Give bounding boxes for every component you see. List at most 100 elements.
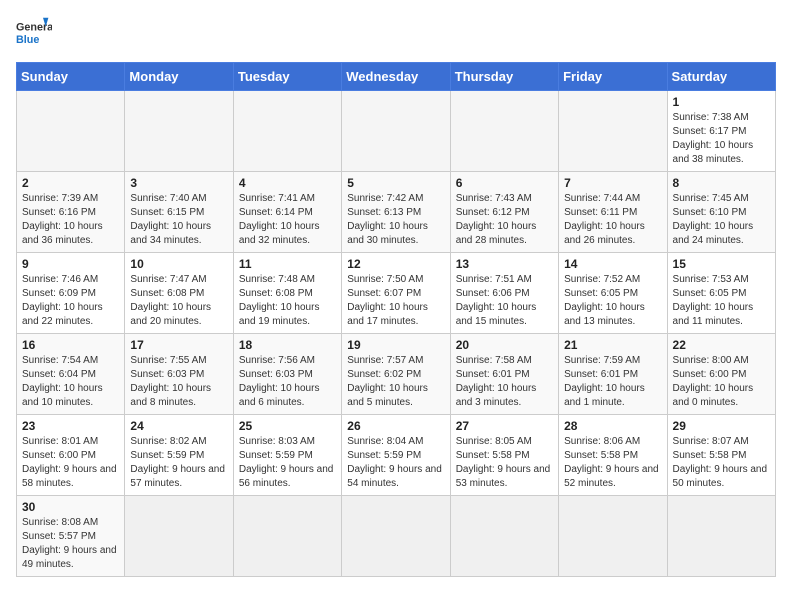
day-info: Sunrise: 8:00 AM Sunset: 6:00 PM Dayligh… — [673, 354, 770, 410]
day-info: Sunrise: 7:50 AM Sunset: 6:07 PM Dayligh… — [347, 273, 444, 329]
day-number: 4 — [239, 176, 336, 190]
calendar-cell: 5 Sunrise: 7:42 AM Sunset: 6:13 PM Daylig… — [342, 172, 450, 253]
day-info: Sunrise: 7:43 AM Sunset: 6:12 PM Dayligh… — [456, 192, 553, 248]
calendar-cell: 30 Sunrise: 8:08 AM Sunset: 5:57 PM Dayli… — [17, 496, 125, 577]
calendar-cell — [450, 496, 558, 577]
calendar-cell: 16 Sunrise: 7:54 AM Sunset: 6:04 PM Dayli… — [17, 334, 125, 415]
day-info: Sunrise: 8:03 AM Sunset: 5:59 PM Dayligh… — [239, 435, 336, 491]
day-number: 11 — [239, 257, 336, 271]
calendar-cell — [125, 91, 233, 172]
day-info: Sunrise: 7:58 AM Sunset: 6:01 PM Dayligh… — [456, 354, 553, 410]
calendar-cell: 14 Sunrise: 7:52 AM Sunset: 6:05 PM Dayli… — [559, 253, 667, 334]
calendar-cell: 7Sunrise: 7:44 AM Sunset: 6:11 PM Daylig… — [559, 172, 667, 253]
calendar-week-row: 30 Sunrise: 8:08 AM Sunset: 5:57 PM Dayli… — [17, 496, 776, 577]
day-number: 10 — [130, 257, 227, 271]
calendar-cell: 25 Sunrise: 8:03 AM Sunset: 5:59 PM Dayli… — [233, 415, 341, 496]
calendar-cell: 10 Sunrise: 7:47 AM Sunset: 6:08 PM Dayli… — [125, 253, 233, 334]
calendar-cell: 23Sunrise: 8:01 AM Sunset: 6:00 PM Dayli… — [17, 415, 125, 496]
day-number: 21 — [564, 338, 661, 352]
day-info: Sunrise: 7:56 AM Sunset: 6:03 PM Dayligh… — [239, 354, 336, 410]
calendar-cell: 9 Sunrise: 7:46 AM Sunset: 6:09 PM Daylig… — [17, 253, 125, 334]
day-number: 12 — [347, 257, 444, 271]
weekday-header-cell: Tuesday — [233, 63, 341, 91]
calendar-cell — [450, 91, 558, 172]
day-number: 27 — [456, 419, 553, 433]
day-number: 18 — [239, 338, 336, 352]
day-info: Sunrise: 8:07 AM Sunset: 5:58 PM Dayligh… — [673, 435, 770, 491]
calendar-cell: 8 Sunrise: 7:45 AM Sunset: 6:10 PM Daylig… — [667, 172, 775, 253]
calendar-cell — [233, 91, 341, 172]
calendar-cell: 3Sunrise: 7:40 AM Sunset: 6:15 PM Daylig… — [125, 172, 233, 253]
weekday-header-cell: Monday — [125, 63, 233, 91]
calendar-week-row: 23Sunrise: 8:01 AM Sunset: 6:00 PM Dayli… — [17, 415, 776, 496]
day-info: Sunrise: 7:53 AM Sunset: 6:05 PM Dayligh… — [673, 273, 770, 329]
calendar-cell: 28Sunrise: 8:06 AM Sunset: 5:58 PM Dayli… — [559, 415, 667, 496]
day-number: 5 — [347, 176, 444, 190]
calendar-cell: 12 Sunrise: 7:50 AM Sunset: 6:07 PM Dayli… — [342, 253, 450, 334]
day-number: 7 — [564, 176, 661, 190]
day-number: 13 — [456, 257, 553, 271]
weekday-header-cell: Friday — [559, 63, 667, 91]
calendar-cell: 2 Sunrise: 7:39 AM Sunset: 6:16 PM Daylig… — [17, 172, 125, 253]
day-number: 29 — [673, 419, 770, 433]
calendar-cell — [559, 496, 667, 577]
day-number: 2 — [22, 176, 119, 190]
weekday-header-cell: Sunday — [17, 63, 125, 91]
day-info: Sunrise: 8:06 AM Sunset: 5:58 PM Dayligh… — [564, 435, 661, 491]
day-info: Sunrise: 7:45 AM Sunset: 6:10 PM Dayligh… — [673, 192, 770, 248]
svg-text:Blue: Blue — [16, 34, 39, 46]
day-number: 25 — [239, 419, 336, 433]
calendar-cell — [559, 91, 667, 172]
day-number: 19 — [347, 338, 444, 352]
calendar-week-row: 1 Sunrise: 7:38 AM Sunset: 6:17 PM Daylig… — [17, 91, 776, 172]
day-number: 9 — [22, 257, 119, 271]
calendar-cell: 22 Sunrise: 8:00 AM Sunset: 6:00 PM Dayli… — [667, 334, 775, 415]
calendar-cell: 1 Sunrise: 7:38 AM Sunset: 6:17 PM Daylig… — [667, 91, 775, 172]
logo-icon: GeneralBlue — [16, 16, 52, 52]
day-info: Sunrise: 8:05 AM Sunset: 5:58 PM Dayligh… — [456, 435, 553, 491]
day-info: Sunrise: 7:47 AM Sunset: 6:08 PM Dayligh… — [130, 273, 227, 329]
calendar-cell: 4Sunrise: 7:41 AM Sunset: 6:14 PM Daylig… — [233, 172, 341, 253]
calendar-cell — [233, 496, 341, 577]
calendar-week-row: 9 Sunrise: 7:46 AM Sunset: 6:09 PM Daylig… — [17, 253, 776, 334]
day-number: 20 — [456, 338, 553, 352]
calendar-week-row: 16 Sunrise: 7:54 AM Sunset: 6:04 PM Dayli… — [17, 334, 776, 415]
calendar-cell — [125, 496, 233, 577]
weekday-header-cell: Thursday — [450, 63, 558, 91]
day-info: Sunrise: 7:48 AM Sunset: 6:08 PM Dayligh… — [239, 273, 336, 329]
calendar-cell: 11 Sunrise: 7:48 AM Sunset: 6:08 PM Dayli… — [233, 253, 341, 334]
weekday-header-cell: Saturday — [667, 63, 775, 91]
day-number: 16 — [22, 338, 119, 352]
day-number: 15 — [673, 257, 770, 271]
calendar-cell: 29 Sunrise: 8:07 AM Sunset: 5:58 PM Dayli… — [667, 415, 775, 496]
calendar-cell: 26Sunrise: 8:04 AM Sunset: 5:59 PM Dayli… — [342, 415, 450, 496]
day-number: 8 — [673, 176, 770, 190]
day-info: Sunrise: 7:42 AM Sunset: 6:13 PM Dayligh… — [347, 192, 444, 248]
calendar-cell: 6 Sunrise: 7:43 AM Sunset: 6:12 PM Daylig… — [450, 172, 558, 253]
day-number: 6 — [456, 176, 553, 190]
day-info: Sunrise: 8:04 AM Sunset: 5:59 PM Dayligh… — [347, 435, 444, 491]
calendar-week-row: 2 Sunrise: 7:39 AM Sunset: 6:16 PM Daylig… — [17, 172, 776, 253]
day-info: Sunrise: 7:52 AM Sunset: 6:05 PM Dayligh… — [564, 273, 661, 329]
calendar-cell: 19Sunrise: 7:57 AM Sunset: 6:02 PM Dayli… — [342, 334, 450, 415]
day-info: Sunrise: 7:54 AM Sunset: 6:04 PM Dayligh… — [22, 354, 119, 410]
calendar-cell: 20 Sunrise: 7:58 AM Sunset: 6:01 PM Dayli… — [450, 334, 558, 415]
calendar-cell: 18 Sunrise: 7:56 AM Sunset: 6:03 PM Dayli… — [233, 334, 341, 415]
calendar-cell: 21Sunrise: 7:59 AM Sunset: 6:01 PM Dayli… — [559, 334, 667, 415]
day-info: Sunrise: 7:38 AM Sunset: 6:17 PM Dayligh… — [673, 111, 770, 167]
day-number: 14 — [564, 257, 661, 271]
day-number: 1 — [673, 95, 770, 109]
calendar-cell — [667, 496, 775, 577]
day-number: 30 — [22, 500, 119, 514]
day-number: 22 — [673, 338, 770, 352]
calendar-cell: 15 Sunrise: 7:53 AM Sunset: 6:05 PM Dayli… — [667, 253, 775, 334]
day-info: Sunrise: 7:46 AM Sunset: 6:09 PM Dayligh… — [22, 273, 119, 329]
calendar-cell: 17Sunrise: 7:55 AM Sunset: 6:03 PM Dayli… — [125, 334, 233, 415]
day-info: Sunrise: 8:08 AM Sunset: 5:57 PM Dayligh… — [22, 516, 119, 572]
logo: GeneralBlue — [16, 16, 52, 52]
day-info: Sunrise: 7:51 AM Sunset: 6:06 PM Dayligh… — [456, 273, 553, 329]
calendar-cell: 27 Sunrise: 8:05 AM Sunset: 5:58 PM Dayli… — [450, 415, 558, 496]
calendar-cell — [17, 91, 125, 172]
day-info: Sunrise: 7:40 AM Sunset: 6:15 PM Dayligh… — [130, 192, 227, 248]
day-info: Sunrise: 7:39 AM Sunset: 6:16 PM Dayligh… — [22, 192, 119, 248]
